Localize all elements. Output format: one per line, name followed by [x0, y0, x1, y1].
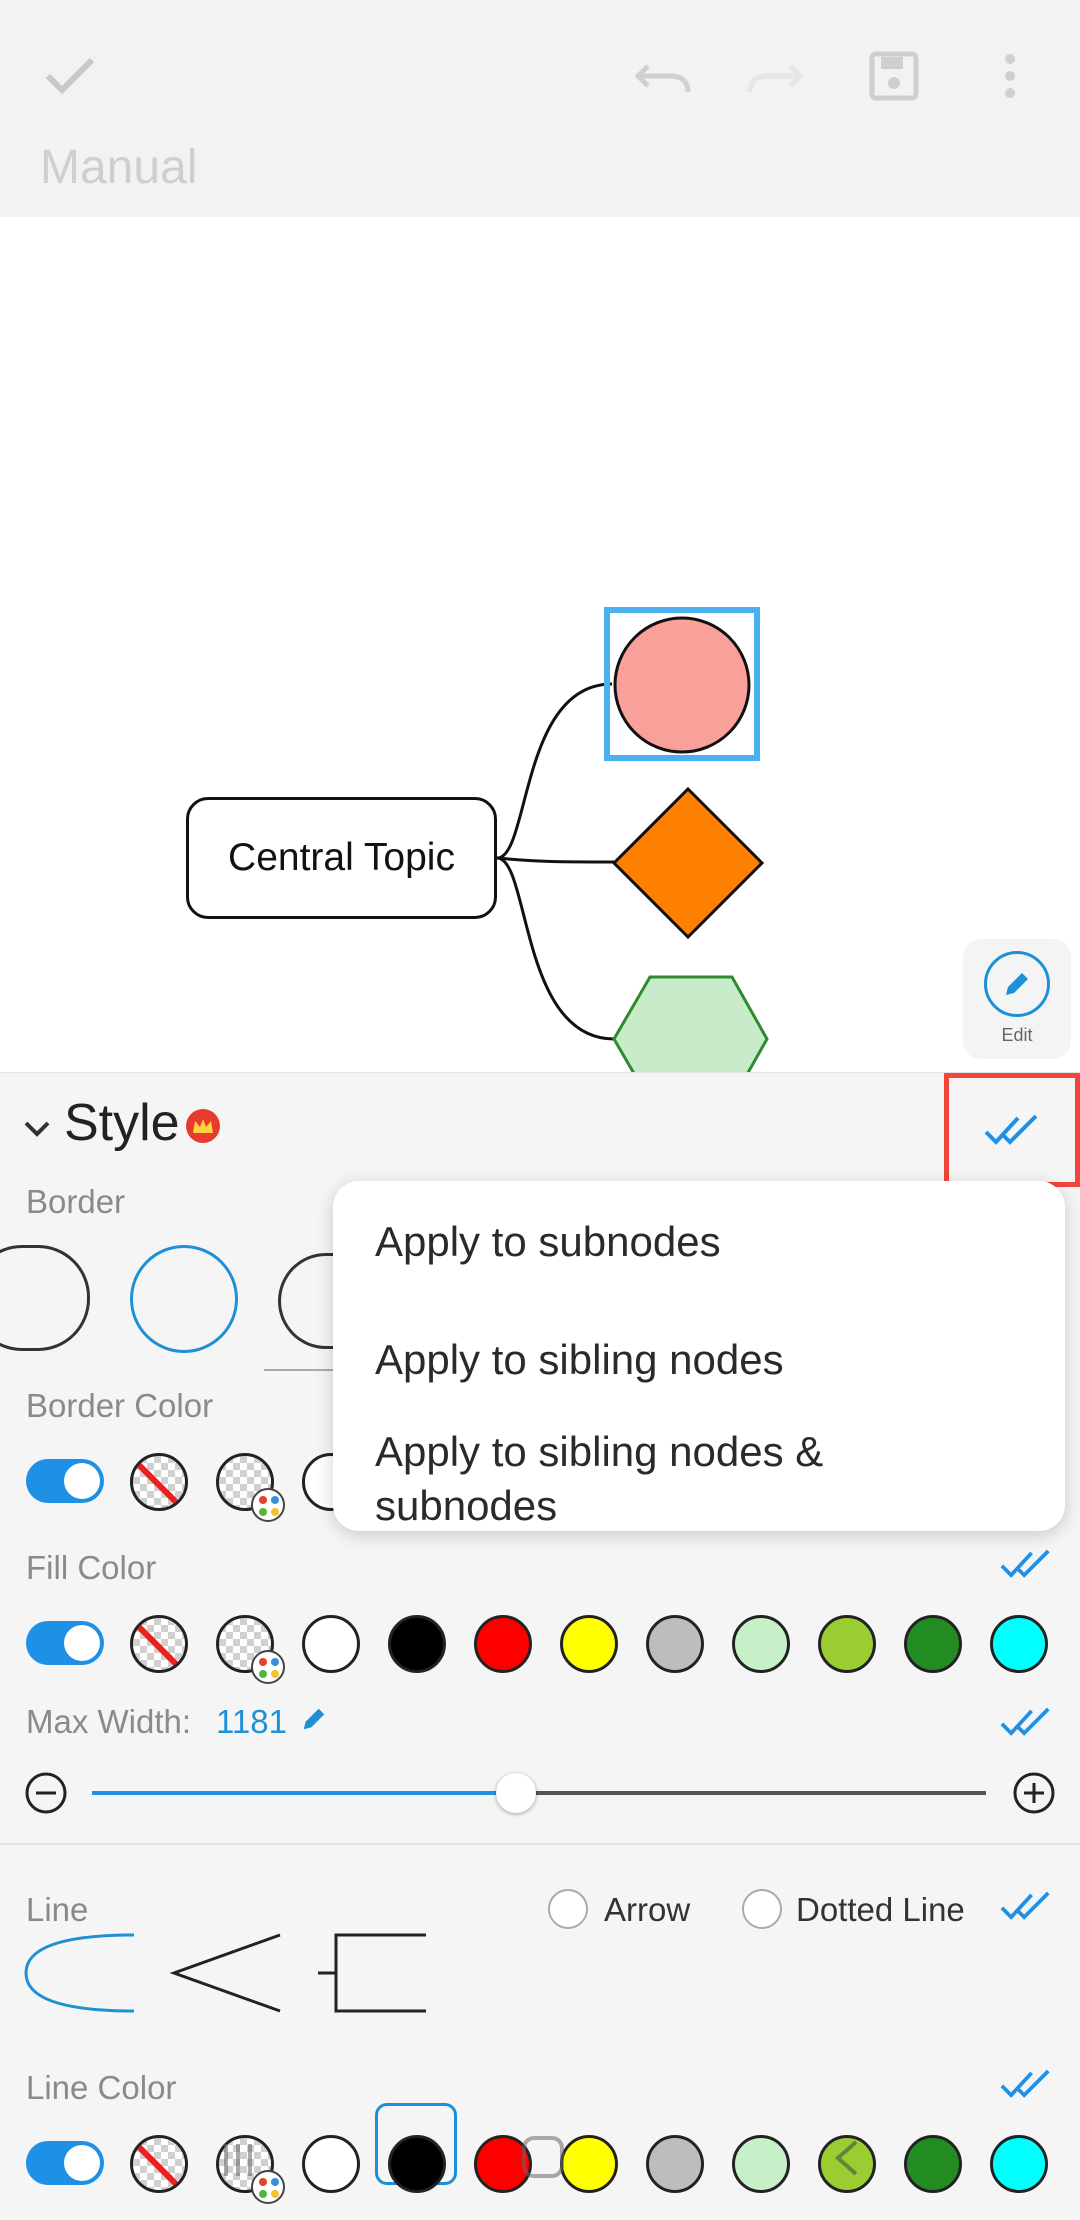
arrow-label[interactable]: Arrow	[604, 1891, 690, 1929]
fill-color-label: Fill Color	[26, 1549, 157, 1586]
border-scroll-indicator	[264, 1369, 344, 1371]
max-width-value[interactable]: 1181	[216, 1703, 287, 1741]
fill-color-swatch-2[interactable]	[388, 1615, 446, 1673]
palette-icon	[251, 1488, 285, 1522]
fill-color-toggle[interactable]	[26, 1621, 104, 1665]
line-color-label: Line Color	[26, 2069, 177, 2106]
dotted-line-label[interactable]: Dotted Line	[796, 1891, 965, 1929]
custom-color-swatch[interactable]	[216, 1453, 285, 1522]
more-icon[interactable]	[974, 40, 1046, 112]
max-width-label: Max Width:	[26, 1703, 192, 1740]
no-color-swatch[interactable]	[130, 1453, 188, 1511]
no-line-color-swatch[interactable]	[130, 2135, 188, 2193]
fill-color-swatch-5[interactable]	[646, 1615, 704, 1673]
chevron-down-icon[interactable]	[22, 1113, 52, 1143]
plus-circle-icon[interactable]	[1012, 1771, 1056, 1815]
document-title[interactable]: Manual	[40, 140, 197, 195]
double-check-icon	[984, 1114, 1038, 1145]
line-color-toggle[interactable]	[26, 2141, 104, 2185]
max-width-slider-thumb[interactable]	[496, 1773, 536, 1813]
menu-apply-subnodes[interactable]: Apply to subnodes	[375, 1215, 1015, 1269]
line-apply-double-check-icon[interactable]	[1000, 1891, 1052, 1921]
line-label: Line	[26, 1891, 89, 1928]
apply-style-button[interactable]	[944, 1073, 1080, 1187]
edit-button[interactable]: Edit	[963, 939, 1071, 1059]
top-toolbar: Manual	[0, 0, 1080, 217]
border-rounded-rect-option[interactable]	[0, 1245, 90, 1351]
line-color-swatch-2[interactable]	[388, 2135, 446, 2193]
fill-color-swatch-1[interactable]	[302, 1615, 360, 1673]
edit-label: Edit	[1001, 1025, 1033, 1045]
mindmap-canvas[interactable]: Central Topic Edit	[0, 217, 1080, 1072]
arrow-radio[interactable]	[548, 1889, 588, 1929]
line-color-swatch-6[interactable]	[732, 2135, 790, 2193]
custom-fill-swatch[interactable]	[216, 1615, 285, 1684]
border-label: Border	[26, 1183, 126, 1220]
undo-icon[interactable]	[628, 40, 700, 112]
crown-icon	[186, 1109, 220, 1143]
fill-color-swatch-8[interactable]	[904, 1615, 962, 1673]
line-color-swatch-4[interactable]	[560, 2135, 618, 2193]
fill-color-swatch-3[interactable]	[474, 1615, 532, 1673]
hexagon-node[interactable]	[612, 975, 770, 1072]
recent-apps-icon[interactable]	[220, 2140, 260, 2180]
slider-track-filled[interactable]	[92, 1791, 516, 1795]
style-title[interactable]: Style	[64, 1093, 180, 1153]
border-color-toggle[interactable]	[26, 1459, 104, 1503]
line-elbow-option[interactable]	[316, 1929, 436, 2019]
width-apply-double-check-icon[interactable]	[1000, 1707, 1052, 1737]
check-icon[interactable]	[34, 40, 106, 112]
palette-icon	[251, 1650, 285, 1684]
redo-icon[interactable]	[738, 40, 810, 112]
border-color-label: Border Color	[26, 1387, 214, 1424]
menu-apply-sibling-and-subnodes[interactable]: Apply to sibling nodes & subnodes	[375, 1425, 1015, 1533]
line-color-swatch-1[interactable]	[302, 2135, 360, 2193]
central-topic-node[interactable]: Central Topic	[186, 797, 497, 919]
fill-apply-double-check-icon[interactable]	[1000, 1549, 1052, 1579]
connector-lines	[496, 682, 615, 1041]
home-icon[interactable]	[522, 2136, 564, 2178]
fill-color-swatch-9[interactable]	[990, 1615, 1048, 1673]
no-fill-swatch[interactable]	[130, 1615, 188, 1673]
pencil-icon[interactable]	[300, 1705, 328, 1733]
section-divider	[0, 1843, 1080, 1845]
line-color-apply-double-check-icon[interactable]	[1000, 2069, 1052, 2099]
line-color-swatch-8[interactable]	[904, 2135, 962, 2193]
dotted-line-radio[interactable]	[742, 1889, 782, 1929]
fill-color-swatch-4[interactable]	[560, 1615, 618, 1673]
border-circle-option[interactable]	[130, 1245, 238, 1353]
circle-node[interactable]	[612, 615, 752, 755]
fill-color-swatch-6[interactable]	[732, 1615, 790, 1673]
slider-track[interactable]	[516, 1791, 986, 1795]
line-color-swatch-9[interactable]	[990, 2135, 1048, 2193]
pencil-icon	[984, 951, 1050, 1017]
line-straight-option[interactable]	[168, 1929, 288, 2019]
line-curve-option[interactable]	[22, 1929, 142, 2019]
fill-color-swatch-7[interactable]	[818, 1615, 876, 1673]
menu-apply-sibling-nodes[interactable]: Apply to sibling nodes	[375, 1333, 1015, 1387]
line-color-swatch-5[interactable]	[646, 2135, 704, 2193]
apply-style-menu: Apply to subnodes Apply to sibling nodes…	[333, 1181, 1065, 1531]
back-icon[interactable]	[828, 2138, 868, 2178]
save-icon[interactable]	[858, 40, 930, 112]
diamond-node[interactable]	[612, 787, 764, 939]
minus-circle-icon[interactable]	[24, 1771, 68, 1815]
